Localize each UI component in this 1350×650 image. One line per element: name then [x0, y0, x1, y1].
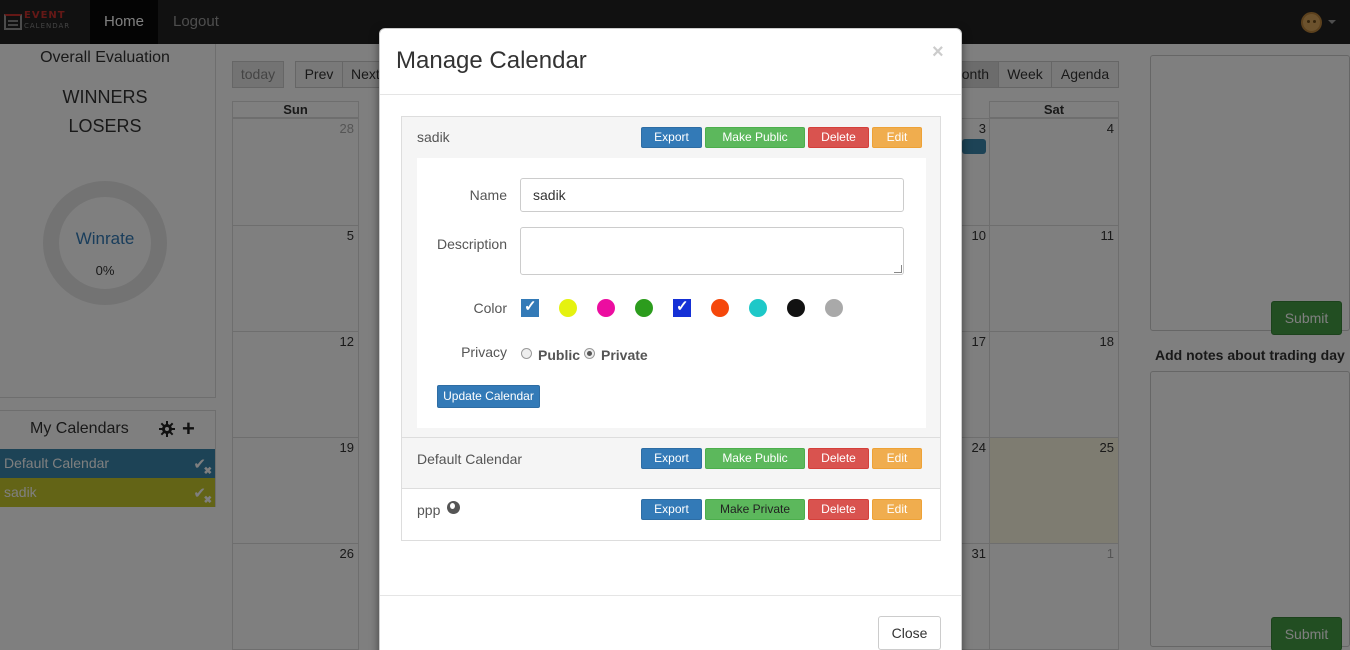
close-button[interactable]: Close: [878, 616, 941, 650]
calendar-name: ppp: [417, 502, 441, 518]
description-field[interactable]: [520, 227, 904, 275]
color-swatch[interactable]: [635, 299, 653, 317]
close-icon[interactable]: ×: [932, 41, 944, 64]
color-swatch[interactable]: [597, 299, 615, 317]
update-calendar-button[interactable]: Update Calendar: [437, 385, 540, 408]
make-private-button[interactable]: Make Private: [705, 499, 805, 520]
calendar-list: sadik Export Make Public Delete Edit Nam…: [401, 116, 941, 541]
color-label: Color: [473, 300, 507, 316]
edit-button[interactable]: Edit: [872, 127, 922, 148]
export-button[interactable]: Export: [641, 127, 702, 148]
export-button[interactable]: Export: [641, 499, 702, 520]
calendar-row-ppp: ppp Export Make Private Delete Edit: [402, 489, 940, 540]
public-radio[interactable]: [521, 348, 532, 359]
color-swatch[interactable]: [559, 299, 577, 317]
color-swatch[interactable]: ✓: [521, 298, 539, 317]
color-swatch[interactable]: [787, 299, 805, 317]
manage-calendar-modal: Manage Calendar × sadik Export Make Publ…: [379, 28, 962, 650]
color-swatch[interactable]: [749, 299, 767, 317]
check-icon: ✓: [524, 298, 537, 315]
make-public-button[interactable]: Make Public: [705, 448, 805, 469]
edit-calendar-form: Name sadik Description Color Privacy Pub…: [417, 158, 926, 428]
make-public-button[interactable]: Make Public: [705, 127, 805, 148]
calendar-name: sadik: [417, 129, 450, 145]
modal-footer: Close: [380, 595, 961, 650]
color-swatch[interactable]: ✓: [673, 298, 691, 317]
calendar-row-sadik: sadik Export Make Public Delete Edit Nam…: [402, 117, 940, 438]
color-swatch[interactable]: [711, 299, 729, 317]
privacy-label: Privacy: [461, 344, 507, 360]
name-field[interactable]: sadik: [520, 178, 904, 212]
private-radio[interactable]: [584, 348, 595, 359]
resize-handle[interactable]: [894, 265, 902, 273]
export-button[interactable]: Export: [641, 448, 702, 469]
private-radio-label[interactable]: Private: [601, 347, 648, 363]
public-radio-label[interactable]: Public: [538, 347, 580, 363]
edit-button[interactable]: Edit: [872, 448, 922, 469]
modal-title: Manage Calendar: [396, 47, 587, 74]
color-swatch[interactable]: [825, 299, 843, 317]
delete-button[interactable]: Delete: [808, 499, 869, 520]
delete-button[interactable]: Delete: [808, 448, 869, 469]
globe-icon: [447, 501, 460, 514]
modal-header: Manage Calendar ×: [380, 29, 961, 95]
edit-button[interactable]: Edit: [872, 499, 922, 520]
description-label: Description: [436, 236, 507, 252]
check-icon: ✓: [676, 298, 689, 315]
name-label: Name: [469, 187, 507, 203]
calendar-name: Default Calendar: [417, 451, 523, 467]
calendar-row-default: Default Calendar Export Make Public Dele…: [402, 438, 940, 489]
delete-button[interactable]: Delete: [808, 127, 869, 148]
